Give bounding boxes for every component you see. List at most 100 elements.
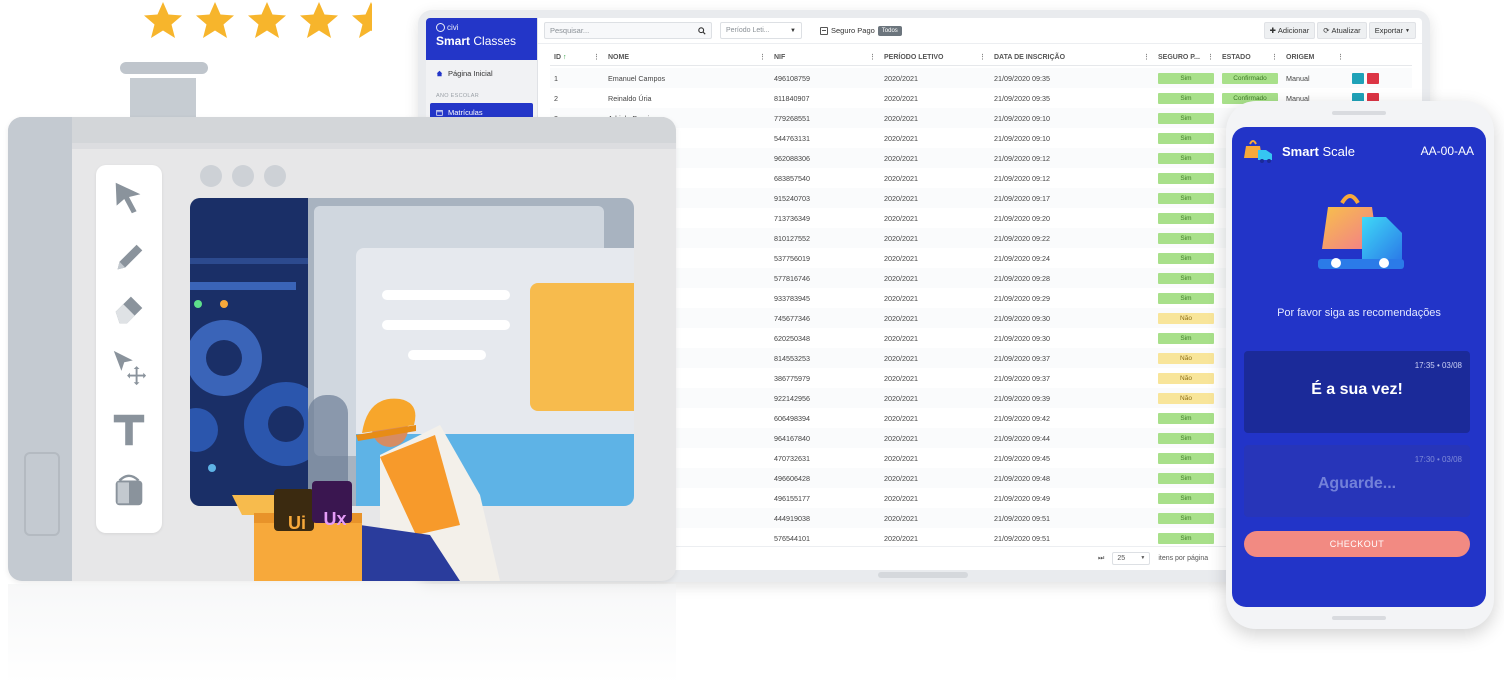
cell-data: 21/09/2020 09:51 [994,533,1050,543]
cell-seguro: Sim [1154,232,1218,244]
pencil-icon [117,244,143,270]
cell-periodo: 2020/2021 [884,353,918,363]
cell-data: 21/09/2020 09:10 [994,113,1050,123]
app-brand[interactable]: civi Smart Classes [426,18,537,60]
column-header[interactable]: NIF ⋮ [770,50,880,65]
column-menu-icon[interactable]: ⋮ [1143,53,1150,61]
column-header[interactable]: ESTADO ⋮ [1218,50,1282,65]
column-menu-icon[interactable]: ⋮ [759,53,766,61]
page-size-select[interactable]: 25 ▼ [1112,552,1151,565]
last-page-icon[interactable]: ⏭ [1098,555,1104,563]
cell-periodo: 2020/2021 [884,453,918,463]
cell-data: 21/09/2020 09:35 [994,93,1050,103]
phone-speaker [1332,111,1386,115]
cell-data: 21/09/2020 09:28 [994,273,1050,283]
cell-origem: Manual [1286,73,1310,83]
paint-bucket-icon [115,474,143,506]
sidebar-item-label: Matrículas [448,108,483,117]
reflection [8,584,676,684]
column-header[interactable]: ORIGEM ⋮ [1282,50,1348,65]
column-header[interactable]: DATA DE INSCRIÇÃO ⋮ [990,50,1154,65]
insurance-badge: Sim [1158,452,1214,464]
cell-seguro: Sim [1154,332,1218,344]
period-select[interactable]: Período Leti... ▼ [720,22,802,39]
column-menu-icon[interactable]: ⋮ [1337,53,1344,61]
cell-data: 21/09/2020 09:35 [994,73,1050,83]
chevron-down-icon: ▼ [1405,27,1410,34]
column-header-label: PERÍODO LETIVO [884,54,944,61]
column-menu-icon[interactable]: ⋮ [593,53,600,61]
refresh-button[interactable]: ⟳ Atualizar [1317,22,1367,39]
cell-data: 21/09/2020 09:24 [994,253,1050,263]
move-icon [113,350,147,386]
window-dot [264,165,286,187]
sort-asc-icon[interactable]: ↑ [561,54,567,61]
worker-illustration [232,395,500,581]
phone-header: Smart Scale AA-00-AA [1244,139,1474,163]
column-menu-icon[interactable]: ⋮ [1207,53,1214,61]
column-menu-icon[interactable]: ⋮ [1271,53,1278,61]
home-icon [436,70,443,77]
cell-seguro: Sim [1154,292,1218,304]
insurance-badge: Sim [1158,252,1214,264]
search-icon[interactable] [698,26,706,35]
cell-nif: 496606428 [774,473,810,483]
insurance-chip[interactable]: Todos [877,25,902,36]
star-icon [144,2,182,38]
phone-brand-light: Scale [1322,143,1356,159]
cell-data: 21/09/2020 09:29 [994,293,1050,303]
cell-estado: Confirmado [1218,72,1282,84]
column-menu-icon[interactable]: ⋮ [869,53,876,61]
cell-seguro: Sim [1154,412,1218,424]
cell-periodo: 2020/2021 [884,313,918,323]
search-input[interactable]: Pesquisar... [544,22,712,39]
column-header[interactable]: ID ↑ ⋮ [550,50,604,65]
cell-periodo: 2020/2021 [884,253,918,263]
cell-nif: 779268551 [774,113,810,123]
placeholder-line [382,290,510,300]
cell-seguro: Sim [1154,92,1218,104]
insurance-filter[interactable]: Seguro Pago Todos [820,25,902,36]
checkout-button[interactable]: CHECKOUT [1244,531,1470,557]
ux-badge: Ux [323,509,347,529]
insurance-badge: Sim [1158,192,1214,204]
table-row[interactable]: 1 Emanuel Campos 496108759 2020/2021 21/09/2… [550,68,1412,88]
cell-nif: 620250348 [774,333,810,343]
cell-periodo: 2020/2021 [884,493,918,503]
cell-seguro: Sim [1154,72,1218,84]
turn-card-current: 17:35 • 03/08 É a sua vez! [1244,351,1470,433]
insurance-badge: Sim [1158,132,1214,144]
cell-data: 21/09/2020 09:49 [994,493,1050,503]
turn-text: É a sua vez! [1311,381,1403,398]
insurance-badge: Sim [1158,492,1214,504]
cell-seguro: Sim [1154,532,1218,544]
cell-data: 21/09/2020 09:20 [994,213,1050,223]
insurance-badge: Não [1158,392,1214,404]
cell-nif: 915240703 [774,193,810,203]
column-header[interactable]: PERÍODO LETIVO ⋮ [880,50,990,65]
window-dots [200,165,286,187]
period-placeholder: Período Leti... [726,27,770,34]
phone-app-title: Smart Scale [1282,144,1355,159]
turn-time: 17:35 • 03/08 [1414,361,1462,370]
cell-data: 21/09/2020 09:22 [994,233,1050,243]
column-header[interactable]: NOME ⋮ [604,50,770,65]
add-button[interactable]: ✚ Adicionar [1263,22,1316,39]
plate-code: AA-00-AA [1420,144,1474,158]
cell-periodo: 2020/2021 [884,153,918,163]
cell-periodo: 2020/2021 [884,133,918,143]
column-header-label: ORIGEM [1286,54,1315,61]
column-menu-icon[interactable]: ⋮ [979,53,986,61]
insurance-badge: Sim [1158,272,1214,284]
cell-periodo: 2020/2021 [884,533,918,543]
cell-data: 21/09/2020 09:51 [994,513,1050,523]
sidebar-item-home[interactable]: Página Inicial [426,60,537,87]
cell-periodo: 2020/2021 [884,273,918,283]
edit-icon[interactable] [1352,72,1364,84]
column-header[interactable]: SEGURO P... ⋮ [1154,50,1218,65]
cell-data: 21/09/2020 09:42 [994,413,1050,423]
column-header-label: ID [554,54,561,61]
export-button[interactable]: Exportar ▼ [1368,22,1416,39]
delete-icon[interactable] [1367,72,1379,84]
insurance-checkbox[interactable] [820,26,828,35]
